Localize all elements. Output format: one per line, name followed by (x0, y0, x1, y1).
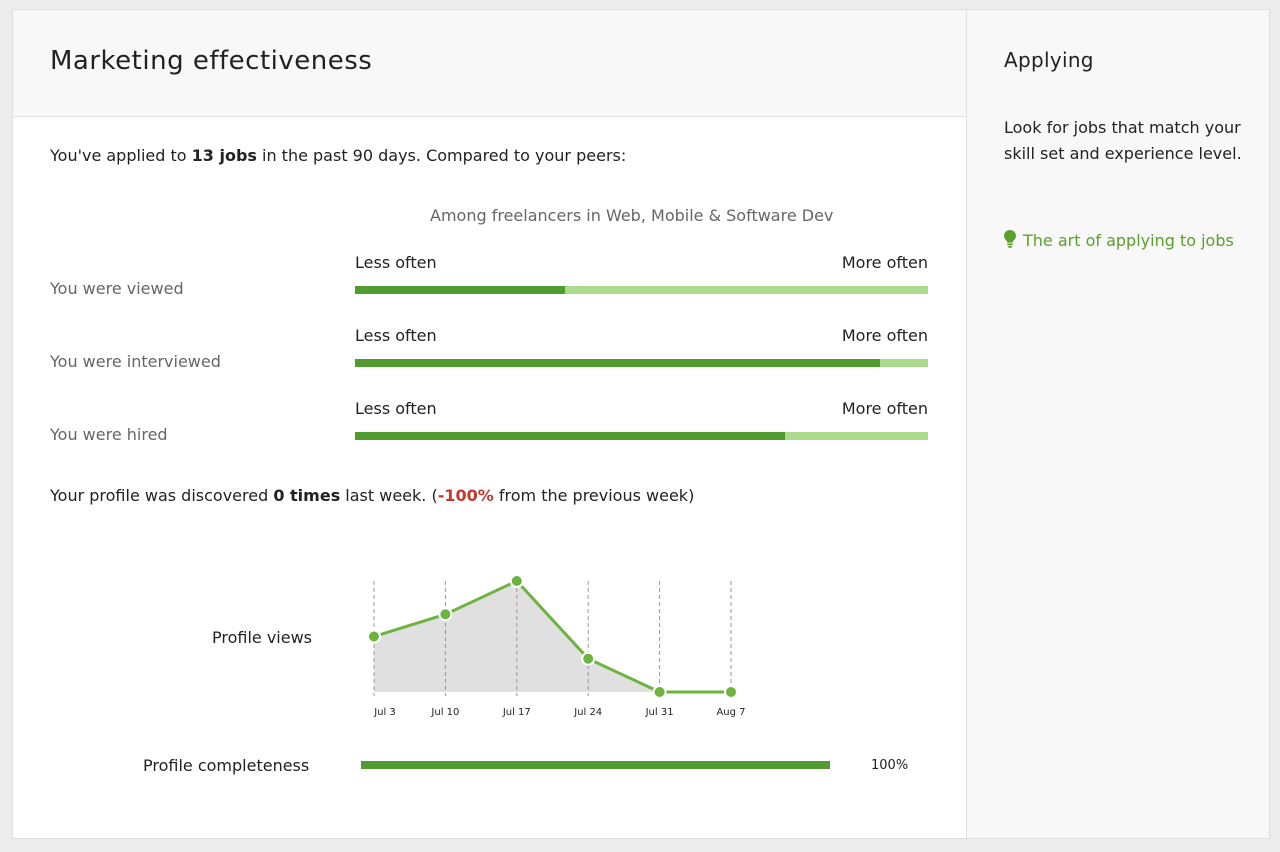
profile-completeness-value: 100% (871, 758, 909, 773)
panel-header: Marketing effectiveness (13, 10, 966, 117)
art-of-applying-label: The art of applying to jobs (1023, 231, 1234, 250)
x-tick-label: Aug 7 (716, 707, 745, 718)
x-tick-label: Jul 17 (502, 707, 531, 718)
metric-bar-fill (355, 359, 880, 367)
scale-less-label: Less often (355, 253, 437, 272)
scale-less-label: Less often (355, 326, 437, 345)
card: Marketing effectiveness You've applied t… (12, 9, 1270, 839)
page-title: Marketing effectiveness (50, 46, 373, 76)
scale-more-label: More often (841, 253, 928, 272)
x-tick-label: Jul 10 (430, 707, 459, 718)
data-point (581, 651, 596, 666)
data-point (724, 685, 738, 699)
x-tick-label: Jul 24 (573, 707, 602, 718)
jobs-count: 13 jobs (191, 146, 257, 165)
sidebar-description: Look for jobs that match your skill set … (1004, 118, 1242, 163)
metric-bar-viewed (355, 286, 928, 294)
applied-summary: You've applied to 13 jobs in the past 90… (50, 146, 627, 165)
x-tick-label: Jul 31 (645, 707, 674, 718)
sidebar: Applying Look for jobs that match your s… (966, 10, 1269, 838)
lightbulb-icon (1004, 230, 1016, 248)
metric-bar-interviewed (355, 359, 928, 367)
main-panel: Marketing effectiveness You've applied t… (13, 10, 966, 838)
profile-views-chart: Jul 3 Jul 10 Jul 17 Jul 24 Jul 31 Aug 7 (367, 574, 746, 718)
data-point (652, 685, 667, 699)
discovery-count: 0 times (273, 486, 341, 505)
profile-views-label: Profile views (212, 628, 313, 647)
sidebar-title: Applying (1004, 48, 1094, 72)
scale-less-label: Less often (355, 399, 437, 418)
art-of-applying-link[interactable]: The art of applying to jobs (1004, 228, 1244, 254)
profile-completeness-label: Profile completeness (143, 756, 310, 775)
metric-label-viewed: You were viewed (50, 279, 184, 298)
metric-bar-fill (355, 286, 565, 294)
data-point (438, 607, 453, 622)
peer-group-heading: Among freelancers in Web, Mobile & Softw… (430, 206, 834, 225)
metric-label-hired: You were hired (50, 425, 168, 444)
data-point (509, 574, 524, 588)
x-tick-label: Jul 3 (373, 707, 396, 718)
scale-more-label: More often (841, 326, 928, 345)
metric-bar-hired (355, 432, 928, 440)
data-point (367, 629, 381, 644)
metric-label-interviewed: You were interviewed (50, 352, 221, 371)
metric-bar-fill (355, 432, 785, 440)
scale-more-label: More often (841, 399, 928, 418)
discovery-change: -100% (437, 486, 494, 505)
area-fill (374, 581, 731, 692)
profile-completeness-bar (361, 761, 830, 769)
discovery-summary: Your profile was discovered 0 times last… (50, 486, 695, 505)
